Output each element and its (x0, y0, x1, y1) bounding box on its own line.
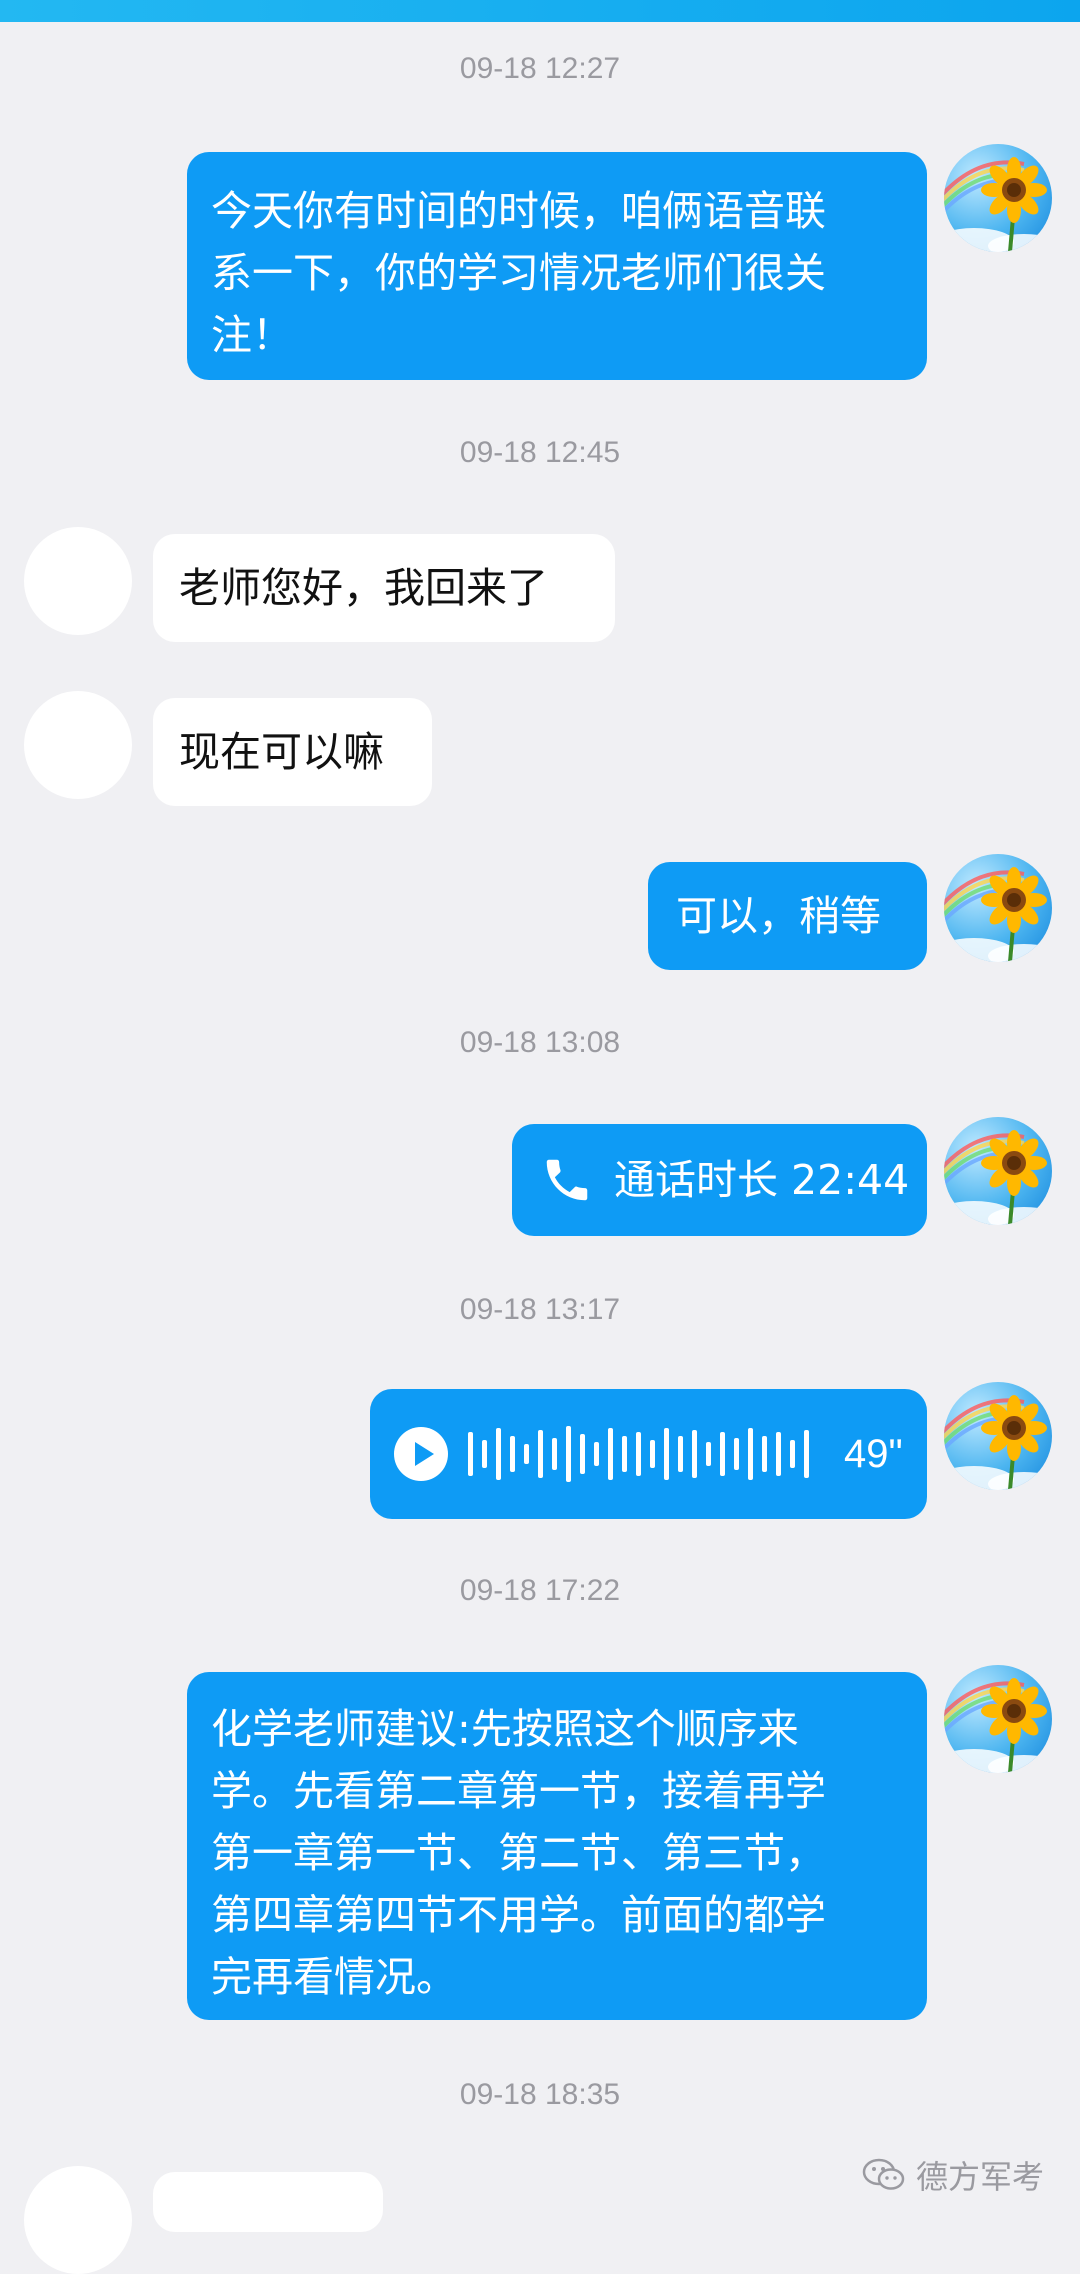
avatar[interactable] (944, 1665, 1052, 1773)
watermark-text: 德方军考 (915, 2158, 1044, 2196)
message-timestamp: 09-18 17:22 (459, 1574, 621, 1607)
message-text-line: 注！ (211, 311, 293, 359)
message-timestamp: 09-18 18:35 (459, 2078, 621, 2111)
message-text-line: 学。先看第二章第一节，接着再学 (211, 1767, 826, 1815)
avatar[interactable] (944, 854, 1052, 962)
wechat-icon (862, 2158, 905, 2190)
message-text-line: 系一下，你的学习情况老师们很关 (211, 249, 826, 297)
message-text-line: 化学老师建议:先按照这个顺序来 (211, 1705, 799, 1753)
message-timestamp: 09-18 12:27 (459, 52, 621, 85)
message-bubble-incoming[interactable]: 老师您好，我回来了 (153, 534, 615, 642)
message-text-line: 第四章第四节不用学。前面的都学 (211, 1891, 826, 1939)
message-bubble-incoming[interactable] (153, 2172, 383, 2232)
voice-message-bubble[interactable]: 49" (370, 1389, 927, 1519)
play-icon[interactable] (394, 1427, 448, 1481)
avatar[interactable] (944, 1117, 1052, 1225)
message-timestamp: 09-18 13:17 (459, 1293, 621, 1326)
message-text-line: 可以，稍等 (676, 892, 881, 940)
call-duration-label: 通话时长 22:44 (614, 1156, 910, 1204)
avatar[interactable] (944, 1382, 1052, 1490)
avatar[interactable] (24, 691, 132, 799)
message-text-line: 今天你有时间的时候，咱俩语音联 (211, 187, 826, 235)
message-bubble-outgoing[interactable]: 可以，稍等 (648, 862, 927, 970)
message-text-line: 老师您好，我回来了 (179, 564, 548, 612)
avatar[interactable] (24, 2166, 132, 2274)
waveform-icon (468, 1426, 809, 1482)
message-text-line: 第一章第一节、第二节、第三节， (211, 1829, 826, 1877)
message-timestamp: 09-18 13:08 (459, 1026, 621, 1059)
top-bar (0, 0, 1080, 22)
message-text-line: 完再看情况。 (211, 1953, 457, 2001)
message-text-line: 现在可以嘛 (179, 728, 384, 776)
watermark: 德方军考 (862, 2152, 1044, 2198)
avatar[interactable] (24, 527, 132, 635)
message-bubble-outgoing[interactable]: 今天你有时间的时候，咱俩语音联 系一下，你的学习情况老师们很关 注！ (187, 152, 927, 380)
phone-icon (546, 1159, 588, 1201)
voice-duration-label: 49" (844, 1432, 903, 1476)
call-record-bubble[interactable]: 通话时长 22:44 (512, 1124, 927, 1236)
message-bubble-incoming[interactable]: 现在可以嘛 (153, 698, 432, 806)
message-timestamp: 09-18 12:45 (459, 436, 621, 469)
message-bubble-outgoing[interactable]: 化学老师建议:先按照这个顺序来 学。先看第二章第一节，接着再学 第一章第一节、第… (187, 1672, 927, 2020)
avatar[interactable] (944, 144, 1052, 252)
